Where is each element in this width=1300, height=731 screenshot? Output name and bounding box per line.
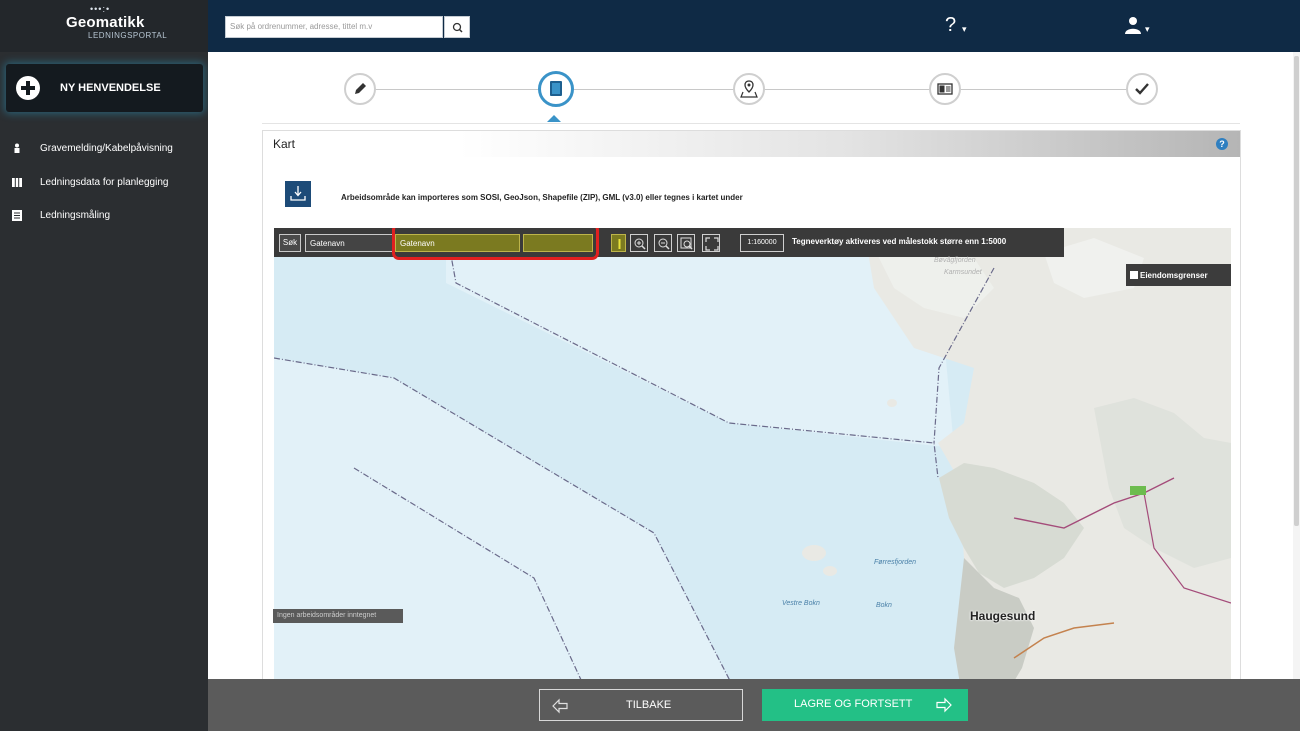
- logo-subtitle: LEDNINGSPORTAL: [88, 31, 168, 40]
- arrow-right-icon: [936, 697, 952, 713]
- order-search-input[interactable]: Søk på ordrenummer, adresse, tittel m.v: [225, 16, 443, 38]
- panel-title: Kart: [273, 137, 296, 151]
- arrow-left-icon: [552, 698, 568, 714]
- sidebar-item-ledningsmaling[interactable]: Ledningsmåling: [0, 203, 208, 229]
- document-icon: [12, 210, 22, 221]
- highlight-box: [392, 228, 599, 260]
- search-button[interactable]: [444, 16, 470, 38]
- back-button[interactable]: TILBAKE: [539, 689, 743, 721]
- pencil-icon: [355, 83, 366, 94]
- map-book-icon: [550, 81, 562, 96]
- map-search-button[interactable]: Søk: [279, 234, 301, 252]
- checkmark-icon: [1135, 83, 1149, 95]
- logo-text: Geomatikk: [66, 14, 145, 31]
- fullscreen-icon: [705, 237, 719, 251]
- import-button[interactable]: [285, 181, 311, 207]
- sidebar-item-label: Ledningsmåling: [40, 210, 111, 221]
- step-confirm[interactable]: [1126, 73, 1158, 105]
- checkbox-checked-icon: [1130, 271, 1138, 279]
- active-step-pointer: [547, 115, 561, 122]
- panel-header: Kart ?: [263, 131, 1240, 157]
- fullscreen-button[interactable]: [702, 234, 720, 252]
- new-request-button[interactable]: NY HENVENDELSE: [6, 64, 203, 112]
- map-toolbar: Søk Gatenavn Gatenavn 1:160000 Tegneverk…: [274, 228, 1064, 260]
- help-icon[interactable]: ?: [1216, 138, 1228, 150]
- help-menu-button[interactable]: ?: [945, 14, 956, 37]
- zoom-in-icon: [634, 238, 646, 250]
- user-caret-icon: ▾: [1145, 24, 1150, 34]
- grid-icon: [12, 178, 22, 187]
- place-label: Førresfjorden: [874, 559, 917, 566]
- logo[interactable]: •••:• Geomatikk LEDNINGSPORTAL: [0, 0, 208, 52]
- zoom-in-button[interactable]: [630, 234, 648, 252]
- step-summary[interactable]: [929, 73, 961, 105]
- place-label: Karmsundet: [944, 269, 982, 276]
- download-icon: [290, 186, 306, 201]
- draw-tool-message: Tegneverktøy aktiveres ved målestokk stø…: [792, 237, 1007, 246]
- map-panel: Kart ? Arbeidsområde kan importeres som …: [262, 130, 1241, 720]
- zoom-area-button[interactable]: [677, 234, 695, 252]
- step-map[interactable]: [538, 71, 574, 107]
- search-icon: [452, 22, 463, 33]
- city-label: Haugesund: [970, 609, 1036, 623]
- place-label: Vestre Bokn: [782, 600, 820, 607]
- summary-icon: [937, 83, 953, 95]
- property-boundaries-label: Eiendomsgrenser: [1140, 271, 1208, 280]
- step-location[interactable]: [733, 73, 765, 105]
- person-icon: [14, 143, 20, 153]
- help-caret-icon: ▾: [962, 24, 967, 34]
- search-type-select[interactable]: Gatenavn: [305, 234, 393, 252]
- logo-dots-icon: •••:•: [90, 4, 111, 14]
- map-pin-icon: [740, 80, 758, 98]
- new-request-label: NY HENVENDELSE: [60, 82, 161, 94]
- page-scrollbar-thumb[interactable]: [1294, 56, 1299, 526]
- import-instructions: Arbeidsområde kan importeres som SOSI, G…: [341, 193, 743, 202]
- back-button-label: TILBAKE: [626, 699, 672, 711]
- save-and-continue-button[interactable]: LAGRE OG FORTSETT: [762, 689, 968, 721]
- sidebar-item-label: Ledningsdata for planlegging: [40, 177, 169, 188]
- place-label: Bøvågfjorden: [934, 257, 976, 264]
- step-details[interactable]: [344, 73, 376, 105]
- zoom-out-button[interactable]: [654, 234, 672, 252]
- sidebar-item-label: Gravemelding/Kabelpåvisning: [40, 143, 173, 154]
- info-icon: [618, 239, 621, 249]
- info-tool-button[interactable]: [611, 234, 626, 252]
- save-button-label: LAGRE OG FORTSETT: [794, 698, 913, 710]
- sidebar-item-ledningsdata[interactable]: Ledningsdata for planlegging: [0, 170, 208, 196]
- plus-icon: [16, 76, 40, 100]
- user-icon: [1125, 17, 1141, 34]
- zoom-area-icon: [680, 237, 693, 250]
- map-view[interactable]: Søk Gatenavn Gatenavn 1:160000 Tegneverk…: [274, 228, 1231, 708]
- wizard-divider: [262, 123, 1240, 124]
- action-bar: [208, 679, 1300, 731]
- sidebar-item-gravemelding[interactable]: Gravemelding/Kabelpåvisning: [0, 136, 208, 162]
- map-canvas: [274, 228, 1231, 708]
- zoom-out-icon: [658, 238, 670, 250]
- place-label: Bokn: [876, 602, 892, 609]
- property-boundaries-toggle[interactable]: Eiendomsgrenser: [1126, 264, 1231, 286]
- scale-display[interactable]: 1:160000: [740, 234, 784, 252]
- user-menu-button[interactable]: [1124, 16, 1142, 39]
- work-area-status: Ingen arbeidsområder inntegnet: [273, 609, 403, 623]
